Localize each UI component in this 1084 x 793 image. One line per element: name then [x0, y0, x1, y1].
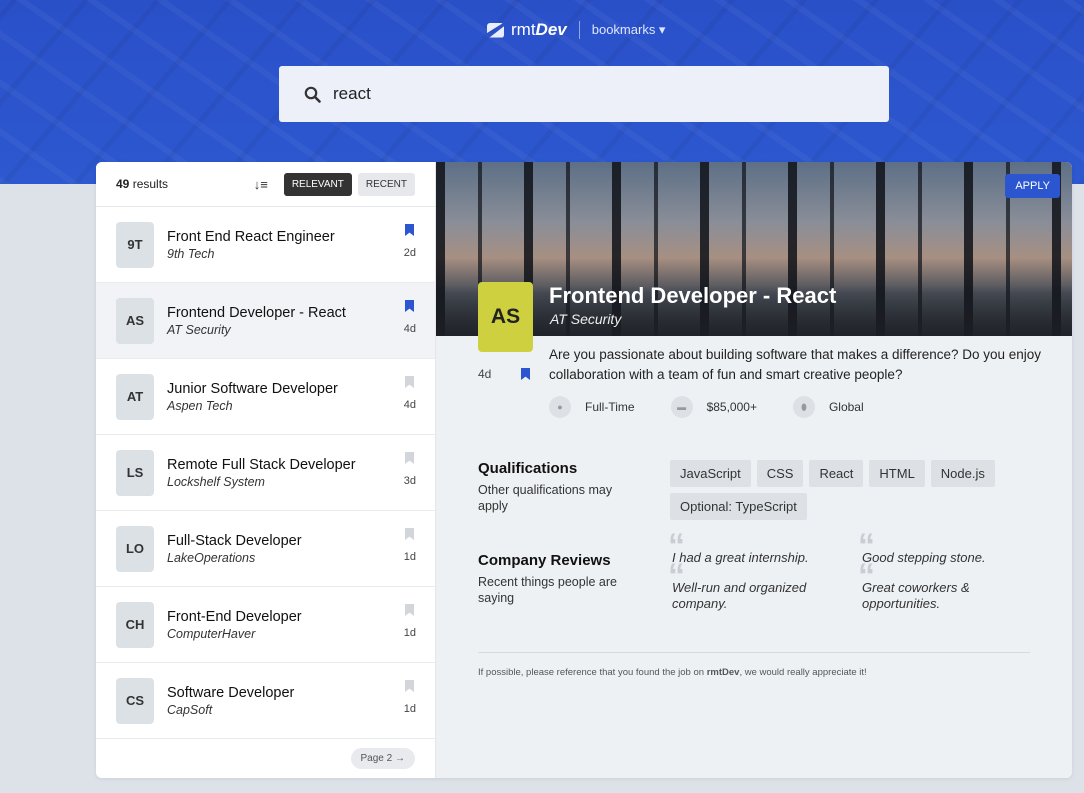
- company-badge: LS: [116, 449, 154, 496]
- job-description: Are you passionate about building softwa…: [549, 347, 1042, 382]
- results-count: 49 results: [116, 177, 169, 191]
- company-badge: AT: [116, 373, 154, 420]
- location-icon: ⬮: [792, 396, 815, 418]
- job-list-item[interactable]: AT Junior Software Developer Aspen Tech …: [96, 359, 435, 435]
- bookmarks-button[interactable]: bookmarks ▾: [592, 22, 666, 38]
- bookmark-icon[interactable]: [521, 368, 530, 380]
- job-company: ComputerHaver: [167, 626, 256, 641]
- job-age: 4d: [478, 367, 492, 381]
- header: rmt Dev bookmarks ▾: [0, 0, 1084, 184]
- review: Well-run and organized company.: [668, 568, 860, 612]
- clock-icon: ●: [549, 396, 571, 418]
- bookmark-icon[interactable]: [405, 604, 414, 616]
- search-input[interactable]: [333, 84, 833, 104]
- bookmark-icon[interactable]: [405, 680, 414, 692]
- review: Great coworkers & opportunities.: [858, 568, 1030, 612]
- divider: [478, 652, 1030, 653]
- job-age: 4d: [403, 399, 416, 411]
- job-title: Frontend Developer - React: [167, 304, 346, 321]
- bookmark-icon[interactable]: [405, 376, 414, 388]
- company-badge: 9T: [116, 221, 154, 268]
- search-icon: [304, 86, 321, 103]
- company-badge: LO: [116, 525, 154, 572]
- apply-button[interactable]: APPLY: [1005, 174, 1060, 198]
- main-card: 49 results ↓≡ RELEVANT RECENT 9T Front E…: [96, 162, 1072, 778]
- company-badge: AS: [116, 297, 154, 344]
- brand-text: rmt: [511, 20, 536, 39]
- job-company: LakeOperations: [167, 550, 256, 565]
- reviews-list: I had a great internship.Good stepping s…: [668, 538, 1030, 612]
- qualifications-subtext: Other qualifications may apply: [478, 483, 613, 513]
- job-list-item[interactable]: AS Frontend Developer - React AT Securit…: [96, 283, 435, 359]
- bookmark-icon[interactable]: [405, 452, 414, 464]
- brand-text-bold: Dev: [535, 20, 567, 39]
- job-title: Full-Stack Developer: [167, 532, 302, 549]
- brand-logo[interactable]: rmt Dev bookmarks ▾: [487, 20, 665, 40]
- job-list-item[interactable]: CH Front-End Developer ComputerHaver 1d: [96, 587, 435, 663]
- qualification-tags: JavaScript CSS React HTML Node.js Optional: T…: [670, 460, 1030, 520]
- qualification-tag: JavaScript: [670, 460, 751, 487]
- job-company: AT Security: [167, 322, 231, 337]
- job-company: AT Security: [550, 311, 622, 327]
- job-title: Junior Software Developer: [167, 380, 338, 397]
- qualification-tag: CSS: [756, 460, 804, 487]
- footer-note: If possible, please reference that you f…: [478, 667, 867, 678]
- qualification-tag: Optional: TypeScript: [670, 493, 807, 520]
- job-list-item[interactable]: CS Software Developer CapSoft 1d: [96, 663, 435, 739]
- job-title: Remote Full Stack Developer: [167, 456, 356, 473]
- reviews-subtext: Recent things people are saying: [478, 575, 617, 605]
- qualification-tag: React: [809, 460, 864, 487]
- job-company: CapSoft: [167, 702, 213, 717]
- job-salary: $85,000+: [706, 400, 757, 414]
- qualification-tag: Node.js: [930, 460, 995, 487]
- job-title: Front End React Engineer: [167, 228, 335, 245]
- bookmark-icon[interactable]: [405, 224, 414, 236]
- qualification-tag: HTML: [869, 460, 925, 487]
- sort-recent-button[interactable]: RECENT: [357, 172, 415, 196]
- money-icon: ▬: [670, 396, 693, 418]
- company-badge: CS: [116, 677, 154, 724]
- logo-icon: [487, 23, 504, 38]
- job-age: 1d: [403, 551, 416, 563]
- sort-relevant-button[interactable]: RELEVANT: [283, 172, 352, 196]
- job-title: Front-End Developer: [167, 608, 302, 625]
- job-title: Frontend Developer - React: [549, 283, 837, 308]
- qualifications-heading: Qualifications: [478, 460, 578, 477]
- job-age: 1d: [403, 627, 416, 639]
- job-detail: APPLY Frontend Developer - React AT Secu…: [436, 162, 1072, 778]
- job-company: Lockshelf System: [167, 474, 265, 489]
- review: Good stepping stone.: [858, 538, 1030, 566]
- job-age: 2d: [403, 247, 416, 259]
- job-duration: Full-Time: [585, 400, 635, 414]
- search-bar: [279, 66, 889, 122]
- next-page-button[interactable]: Page 2 →: [350, 748, 415, 769]
- review: I had a great internship.: [668, 538, 860, 566]
- job-age: 4d: [403, 323, 416, 335]
- job-meta: ● Full-Time ▬ $85,000+ ⬮ Global: [549, 396, 900, 418]
- divider: [578, 21, 580, 39]
- job-company: 9th Tech: [167, 246, 215, 261]
- results-bar: 49 results ↓≡ RELEVANT RECENT: [96, 162, 435, 207]
- company-badge: CH: [116, 601, 154, 648]
- job-company: Aspen Tech: [167, 398, 233, 413]
- company-badge: AS: [478, 282, 533, 352]
- sort-icon: ↓≡: [253, 176, 268, 192]
- job-list-item[interactable]: 9T Front End React Engineer 9th Tech 2d: [96, 207, 435, 283]
- job-age: 1d: [403, 703, 416, 715]
- job-title: Software Developer: [167, 684, 295, 701]
- reviews-heading: Company Reviews: [478, 552, 611, 569]
- job-list-sidebar: 49 results ↓≡ RELEVANT RECENT 9T Front E…: [96, 162, 436, 778]
- job-age: 3d: [403, 475, 416, 487]
- bookmark-icon[interactable]: [405, 300, 414, 312]
- job-list-item[interactable]: LO Full-Stack Developer LakeOperations 1…: [96, 511, 435, 587]
- job-list-item[interactable]: LS Remote Full Stack Developer Lockshelf…: [96, 435, 435, 511]
- job-location: Global: [828, 400, 864, 414]
- bookmark-icon[interactable]: [405, 528, 414, 540]
